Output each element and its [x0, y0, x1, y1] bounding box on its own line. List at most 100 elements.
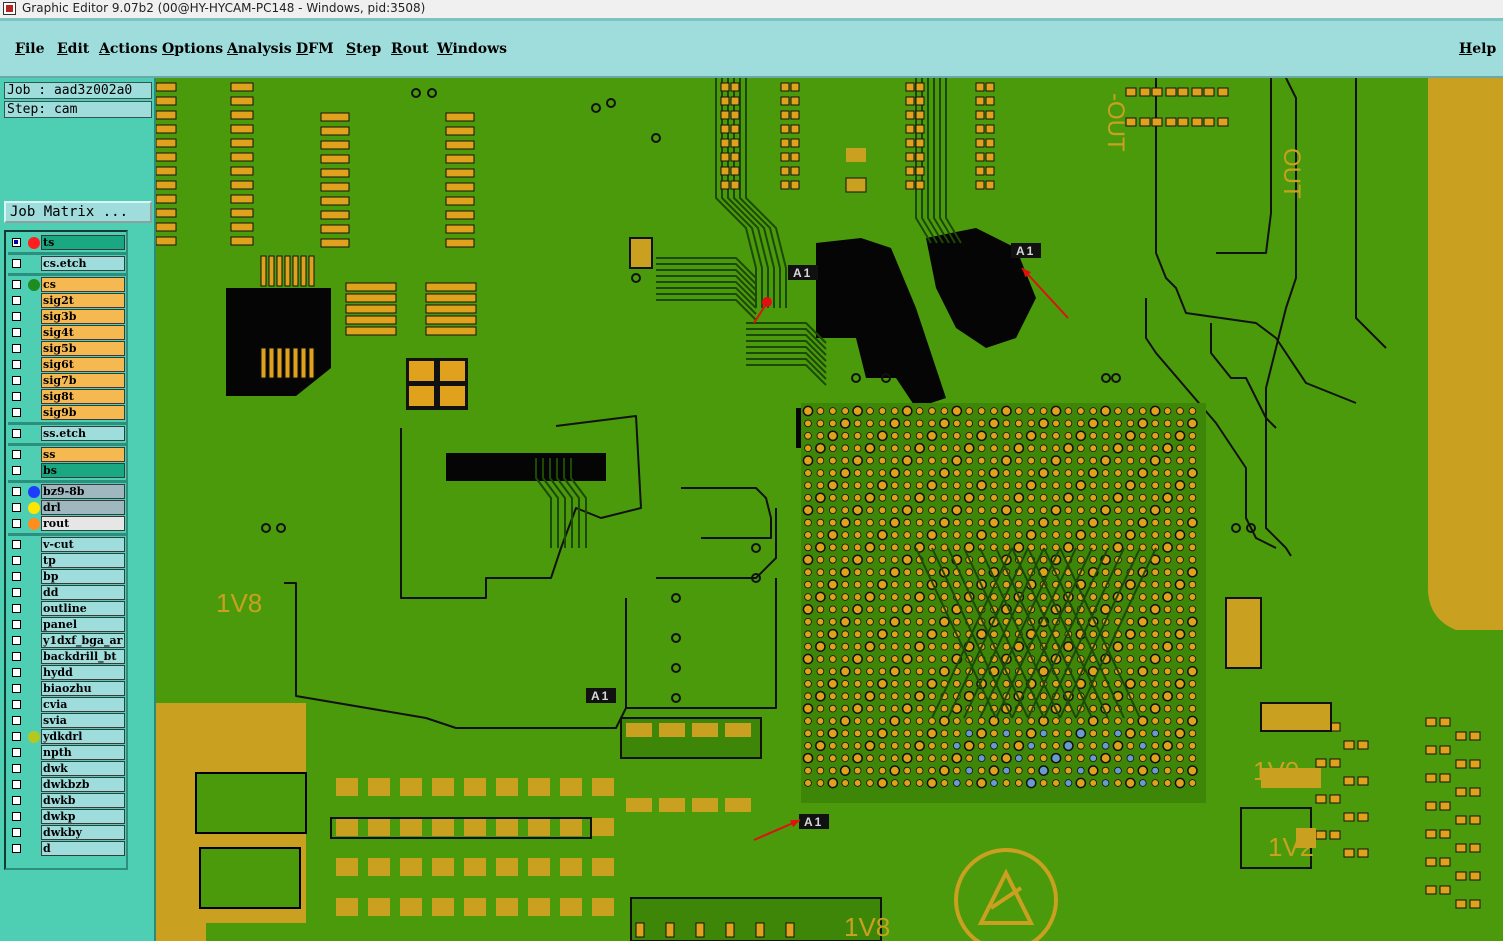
layer-checkbox[interactable] — [12, 312, 21, 321]
layer-row-rout[interactable]: rout — [8, 516, 126, 532]
menu-dfm[interactable]: DFM — [296, 41, 334, 57]
layer-row-dwkp[interactable]: dwkp — [8, 809, 126, 825]
layer-name[interactable]: bz9-8b — [41, 484, 125, 499]
layer-name[interactable]: panel — [41, 617, 125, 632]
menu-file[interactable]: File — [15, 41, 45, 57]
layer-checkbox[interactable] — [12, 519, 21, 528]
layer-row-backdrill_bt[interactable]: backdrill_bt — [8, 649, 126, 665]
layer-name[interactable]: ts — [41, 235, 125, 250]
layer-checkbox[interactable] — [12, 572, 21, 581]
layer-row-sig3b[interactable]: sig3b — [8, 309, 126, 325]
layer-row-dwk[interactable]: dwk — [8, 761, 126, 777]
layer-name[interactable]: dwkb — [41, 793, 125, 808]
layer-row-v-cut[interactable]: v-cut — [8, 537, 126, 553]
layer-row-npth[interactable]: npth — [8, 745, 126, 761]
layer-row-sig6t[interactable]: sig6t — [8, 357, 126, 373]
layer-name[interactable]: d — [41, 841, 125, 856]
pcb-canvas[interactable]: A1 A1 A1 A1 1V8 1V8 1V0 1V2 OUT -OUT — [156, 78, 1503, 941]
layer-row-dd[interactable]: dd — [8, 585, 126, 601]
layer-checkbox[interactable] — [12, 503, 21, 512]
layer-checkbox[interactable] — [12, 684, 21, 693]
menu-edit[interactable]: Edit — [57, 41, 89, 57]
layer-name[interactable]: dwkby — [41, 825, 125, 840]
menu-step[interactable]: Step — [346, 41, 381, 57]
layer-name[interactable]: sig5b — [41, 341, 125, 356]
layer-name[interactable]: v-cut — [41, 537, 125, 552]
layer-checkbox[interactable] — [12, 376, 21, 385]
layer-checkbox[interactable] — [12, 296, 21, 305]
layer-row-sig2t[interactable]: sig2t — [8, 293, 126, 309]
layer-row-svia[interactable]: svia — [8, 713, 126, 729]
layer-name[interactable]: rout — [41, 516, 125, 531]
layer-name[interactable]: sig3b — [41, 309, 125, 324]
layer-checkbox[interactable] — [12, 716, 21, 725]
layer-row-ydkdrl[interactable]: ydkdrl — [8, 729, 126, 745]
layer-checkbox[interactable] — [12, 844, 21, 853]
layer-row-cs.etch[interactable]: cs.etch — [8, 256, 126, 272]
layer-checkbox[interactable] — [12, 812, 21, 821]
layer-checkbox[interactable] — [12, 636, 21, 645]
layer-row-sig4t[interactable]: sig4t — [8, 325, 126, 341]
layer-checkbox[interactable] — [12, 450, 21, 459]
layer-row-ts[interactable]: ts — [8, 235, 126, 251]
layer-checkbox[interactable] — [12, 328, 21, 337]
layer-checkbox[interactable] — [12, 732, 21, 741]
layer-name[interactable]: cs.etch — [41, 256, 125, 271]
layer-name[interactable]: bp — [41, 569, 125, 584]
layer-name[interactable]: sig7b — [41, 373, 125, 388]
pcb-graphics[interactable]: A1 A1 A1 A1 1V8 1V8 1V0 1V2 OUT -OUT — [156, 78, 1503, 941]
layer-name[interactable]: bs — [41, 463, 125, 478]
layer-row-sig9b[interactable]: sig9b — [8, 405, 126, 421]
layer-checkbox[interactable] — [12, 652, 21, 661]
layer-row-dwkby[interactable]: dwkby — [8, 825, 126, 841]
layer-row-dwkbzb[interactable]: dwkbzb — [8, 777, 126, 793]
layer-row-tp[interactable]: tp — [8, 553, 126, 569]
layer-name[interactable]: backdrill_bt — [41, 649, 125, 664]
layer-row-bs[interactable]: bs — [8, 463, 126, 479]
menu-rout[interactable]: Rout — [391, 41, 429, 57]
layer-row-panel[interactable]: panel — [8, 617, 126, 633]
layer-row-sig5b[interactable]: sig5b — [8, 341, 126, 357]
layer-row-cvia[interactable]: cvia — [8, 697, 126, 713]
layer-checkbox[interactable] — [12, 487, 21, 496]
layer-name[interactable]: cvia — [41, 697, 125, 712]
layer-name[interactable]: hydd — [41, 665, 125, 680]
layer-checkbox[interactable] — [12, 466, 21, 475]
layer-checkbox[interactable] — [12, 620, 21, 629]
layer-name[interactable]: dd — [41, 585, 125, 600]
layer-row-drl[interactable]: drl — [8, 500, 126, 516]
layer-checkbox[interactable] — [12, 828, 21, 837]
layer-name[interactable]: y1dxf_bga_ar — [41, 633, 125, 648]
layer-row-bp[interactable]: bp — [8, 569, 126, 585]
layer-row-d[interactable]: d — [8, 841, 126, 857]
layer-name[interactable]: cs — [41, 277, 125, 292]
layer-checkbox[interactable] — [12, 392, 21, 401]
layer-name[interactable]: npth — [41, 745, 125, 760]
layer-checkbox[interactable] — [12, 238, 21, 247]
layer-checkbox[interactable] — [12, 280, 21, 289]
layer-name[interactable]: ydkdrl — [41, 729, 125, 744]
layer-name[interactable]: sig2t — [41, 293, 125, 308]
layer-name[interactable]: sig8t — [41, 389, 125, 404]
layer-name[interactable]: dwkbzb — [41, 777, 125, 792]
layer-checkbox[interactable] — [12, 344, 21, 353]
layer-name[interactable]: ss.etch — [41, 426, 125, 441]
layer-checkbox[interactable] — [12, 604, 21, 613]
layer-name[interactable]: sig4t — [41, 325, 125, 340]
layer-checkbox[interactable] — [12, 780, 21, 789]
menu-options[interactable]: Options — [162, 41, 223, 57]
menu-windows[interactable]: Windows — [437, 41, 507, 57]
menu-analysis[interactable]: Analysis — [227, 41, 292, 57]
layer-row-biaozhu[interactable]: biaozhu — [8, 681, 126, 697]
layer-name[interactable]: dwk — [41, 761, 125, 776]
layer-row-ss.etch[interactable]: ss.etch — [8, 426, 126, 442]
layer-name[interactable]: sig6t — [41, 357, 125, 372]
layer-name[interactable]: dwkp — [41, 809, 125, 824]
layer-name[interactable]: svia — [41, 713, 125, 728]
layer-name[interactable]: drl — [41, 500, 125, 515]
layer-checkbox[interactable] — [12, 408, 21, 417]
layer-row-hydd[interactable]: hydd — [8, 665, 126, 681]
layer-checkbox[interactable] — [12, 748, 21, 757]
layer-checkbox[interactable] — [12, 764, 21, 773]
layer-row-sig7b[interactable]: sig7b — [8, 373, 126, 389]
